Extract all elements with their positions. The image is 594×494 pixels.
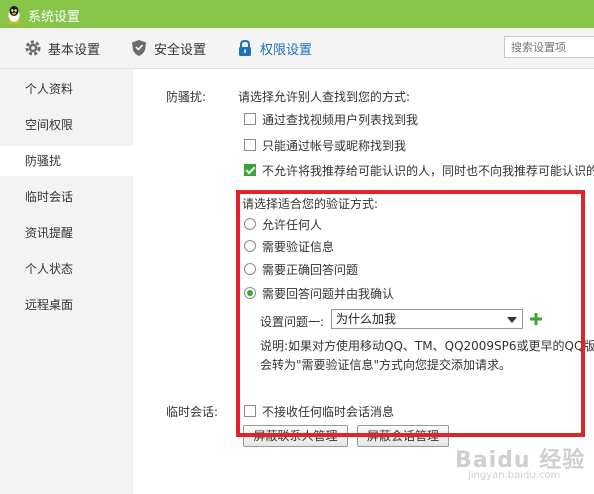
tab-basic-settings[interactable]: 基本设置 xyxy=(24,38,100,58)
verify-correct-answer-radio[interactable] xyxy=(244,263,256,275)
tab-security-settings[interactable]: 安全设置 xyxy=(130,38,206,58)
sidebar-item-anti-harassment[interactable]: 防骚扰 xyxy=(0,146,133,176)
lock-icon xyxy=(239,39,251,56)
question-one-select[interactable]: 为什么加我 xyxy=(331,309,523,329)
sidebar-item-news-reminder[interactable]: 资讯提醒 xyxy=(0,218,133,248)
gear-icon xyxy=(25,40,41,56)
anti-harassment-section-label: 防骚扰: xyxy=(166,90,207,104)
sidebar-item-label: 临时会话 xyxy=(25,190,74,204)
sidebar-item-label: 空间权限 xyxy=(25,118,74,132)
find-method-prompt: 请选择允许别人查找到您的方式: xyxy=(238,90,411,104)
shield-icon xyxy=(132,40,146,56)
reject-temp-session-label: 不接收任何临时会话消息 xyxy=(262,405,395,419)
reject-temp-session-checkbox[interactable] xyxy=(244,405,256,417)
tab-label: 基本设置 xyxy=(48,42,101,58)
question-one-value: 为什么加我 xyxy=(336,312,397,326)
watermark-url: jingyan.baidu.com xyxy=(468,470,561,481)
settings-tab-bar: 基本设置 安全设置 权限设置 xyxy=(0,28,594,69)
verify-allow-anyone-radio[interactable] xyxy=(244,218,256,230)
block-sessions-manage-button[interactable]: 屏蔽会话管理 xyxy=(357,425,449,447)
note-line-1: 说明:如果对方使用移动QQ、TM、QQ2009SP6或更早的QQ版本， xyxy=(260,339,594,353)
find-via-account-only-label: 只能通过帐号或昵称找到我 xyxy=(262,139,407,153)
verify-method-prompt: 请选择适合您的验证方式: xyxy=(242,197,379,211)
find-via-video-list-checkbox[interactable] xyxy=(244,113,256,125)
window-title: 系统设置 xyxy=(28,10,81,25)
sidebar-item-label: 防骚扰 xyxy=(25,154,62,168)
tab-label: 安全设置 xyxy=(154,42,207,58)
question-one-label: 设置问题一: xyxy=(260,315,325,329)
verify-need-message-label: 需要验证信息 xyxy=(262,240,335,254)
tab-permission-settings[interactable]: 权限设置 xyxy=(236,38,312,58)
sidebar: 个人资料 空间权限 防骚扰 临时会话 资讯提醒 个人状态 远程桌面 xyxy=(0,69,133,494)
note-line-2: 会转为"需要验证信息"方式向您提交添加请求。 xyxy=(260,358,512,372)
qq-penguin-icon xyxy=(7,6,21,24)
dropdown-arrow-icon xyxy=(507,317,517,323)
sidebar-item-label: 个人资料 xyxy=(25,82,74,96)
sidebar-item-profile[interactable]: 个人资料 xyxy=(0,74,133,104)
no-recommend-label: 不允许将我推荐给可能认识的人，同时也不向我推荐可能认识的 xyxy=(262,164,594,178)
sidebar-item-label: 资讯提醒 xyxy=(25,226,74,240)
find-via-video-list-label: 通过查找视频用户列表找到我 xyxy=(262,113,419,127)
verify-allow-anyone-label: 允许任何人 xyxy=(262,218,323,232)
search-input[interactable] xyxy=(505,37,594,57)
search-box[interactable] xyxy=(504,36,594,58)
sidebar-item-space-permission[interactable]: 空间权限 xyxy=(0,110,133,140)
sidebar-item-label: 个人状态 xyxy=(25,262,74,276)
title-bar: 系统设置 xyxy=(0,0,594,28)
verify-correct-answer-label: 需要正确回答问题 xyxy=(262,263,359,277)
block-contacts-manage-button[interactable]: 屏蔽联系人管理 xyxy=(243,425,348,447)
sidebar-item-remote-desktop[interactable]: 远程桌面 xyxy=(0,290,133,320)
temp-session-section-label: 临时会话: xyxy=(166,405,219,419)
add-question-icon[interactable] xyxy=(529,312,543,326)
sidebar-item-temp-session[interactable]: 临时会话 xyxy=(0,182,133,212)
find-via-account-only-checkbox[interactable] xyxy=(244,139,256,151)
sidebar-item-label: 远程桌面 xyxy=(25,298,74,312)
no-recommend-checkbox[interactable] xyxy=(244,164,256,176)
verify-answer-and-confirm-label: 需要回答问题并由我确认 xyxy=(262,287,395,301)
sidebar-item-personal-status[interactable]: 个人状态 xyxy=(0,254,133,284)
verify-answer-and-confirm-radio[interactable] xyxy=(244,287,256,299)
verify-need-message-radio[interactable] xyxy=(244,240,256,252)
tab-label: 权限设置 xyxy=(260,42,313,58)
